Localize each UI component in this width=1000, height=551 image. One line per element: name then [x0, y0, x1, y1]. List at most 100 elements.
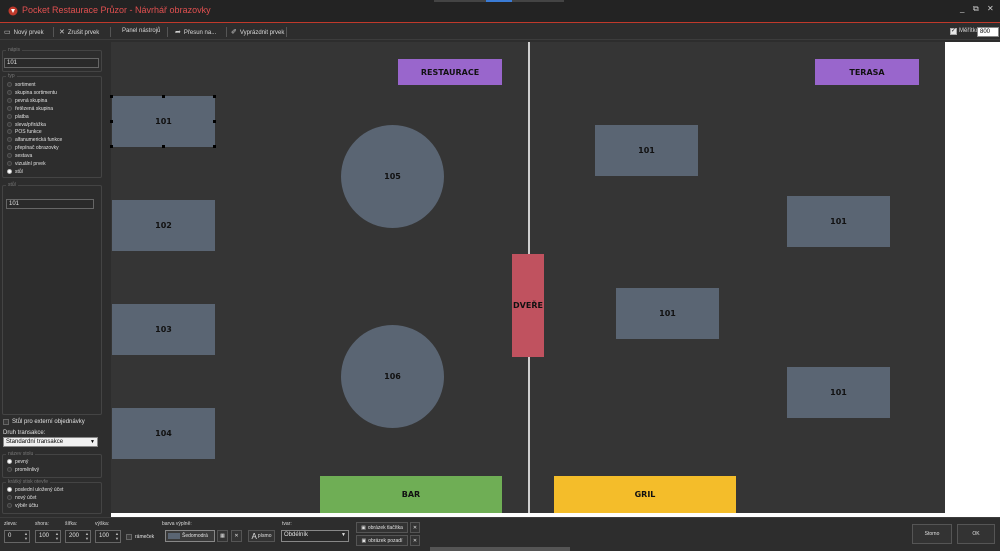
radio-option[interactable]: pevná skupina [7, 97, 47, 105]
radio-option[interactable]: sortiment [7, 82, 36, 89]
table-number-input[interactable]: 101 [6, 199, 94, 209]
radio-button-icon[interactable] [7, 145, 12, 151]
resize-handle[interactable] [213, 120, 216, 123]
shape-select[interactable]: Obdélník ▼ [281, 530, 349, 542]
radio-button-icon[interactable] [7, 487, 12, 492]
resize-handle[interactable] [110, 145, 113, 148]
border-checkbox[interactable] [126, 534, 132, 540]
caption-input[interactable]: 101 [4, 58, 99, 68]
resize-handle[interactable] [213, 95, 216, 98]
radio-label: přepínač obrazovky [15, 145, 59, 152]
top-spinner[interactable]: 100 ▲ ▼ [35, 530, 61, 543]
clear-button-image[interactable]: ✕ [410, 522, 420, 533]
radio-button-icon[interactable] [7, 82, 12, 87]
width-spinner[interactable]: 200 ▲ ▼ [65, 530, 91, 543]
table-101-selected[interactable]: 101 [112, 96, 215, 147]
radio-label: alfanumerická funkce [15, 137, 63, 144]
table-106[interactable]: 106 [341, 325, 444, 428]
header-restaurace[interactable]: RESTAURACE [398, 59, 502, 85]
bar-area[interactable]: BAR [320, 476, 502, 513]
radio-option[interactable]: platba [7, 113, 29, 121]
button-image-button[interactable]: ▣ obrázek tlačítka [356, 522, 408, 533]
radio-option[interactable]: POS funkce [7, 129, 42, 136]
radio-button-icon[interactable] [7, 97, 12, 103]
resize-handle[interactable] [110, 120, 113, 123]
tools-panel-button[interactable]: Panel nástrojů [122, 28, 160, 34]
radio-button-icon[interactable] [7, 467, 12, 472]
eraser-icon: ✐ [231, 29, 237, 36]
resize-handle[interactable] [213, 145, 216, 148]
radio-button-icon[interactable] [7, 89, 12, 95]
radio-option[interactable]: poslední uložený účet [7, 487, 63, 494]
background-image-button[interactable]: ▣ obrázek pozadí [356, 535, 408, 546]
restore-button[interactable]: ⧉ [973, 4, 979, 14]
radio-label: řetězená skupina [15, 105, 54, 112]
transaction-select[interactable]: Standardní transakce ▼ [3, 437, 98, 447]
fill-color-select[interactable]: Šedomodrá [165, 530, 215, 542]
radio-option[interactable]: nový účet [7, 495, 36, 502]
radio-option[interactable]: skupina sortimentu [7, 89, 57, 97]
resize-handle[interactable] [162, 95, 165, 98]
door[interactable]: DVEŘE [512, 254, 544, 357]
radio-option[interactable]: sestava [7, 153, 32, 160]
empty-item-button[interactable]: ✐ Vyprázdnit prvek [231, 28, 284, 36]
radio-button-icon[interactable] [7, 459, 12, 464]
resize-handle[interactable] [162, 145, 165, 148]
terrace-table-1[interactable]: 101 [595, 125, 698, 176]
table-103[interactable]: 103 [112, 304, 215, 355]
table-102[interactable]: 102 [112, 200, 215, 251]
scale-checkbox[interactable]: ✓ [950, 28, 957, 35]
left-spinner[interactable]: 0 ▲ ▼ [4, 530, 30, 543]
arrow-right-icon: ➦ [175, 29, 181, 36]
new-item-button[interactable]: ▭ Nový prvek [4, 28, 44, 36]
font-button[interactable]: Apísmo [248, 530, 275, 542]
scale-input[interactable]: 800 [977, 27, 999, 37]
radio-option[interactable]: výběr účtu [7, 503, 38, 510]
radio-button-icon[interactable] [7, 503, 12, 508]
radio-button-icon[interactable] [7, 113, 12, 119]
short-click-group: krátký stisk otevře poslední uložený úče… [2, 479, 102, 514]
external-orders-checkbox[interactable] [3, 419, 9, 425]
header-terasa[interactable]: TERASA [815, 59, 919, 85]
table-105[interactable]: 105 [341, 125, 444, 228]
radio-option[interactable]: stůl [7, 168, 23, 176]
terrace-table-3[interactable]: 101 [616, 288, 719, 339]
close-button[interactable]: ✕ [987, 4, 994, 13]
radio-option[interactable]: sleva/přirážka [7, 121, 46, 129]
radio-button-icon[interactable] [7, 495, 12, 500]
radio-button-icon[interactable] [7, 153, 12, 159]
radio-label: sortiment [15, 82, 36, 88]
radio-option[interactable]: vizuální prvek [7, 161, 46, 168]
minimize-button[interactable]: _ [960, 4, 964, 13]
ok-button[interactable]: OK [957, 524, 995, 544]
radio-option[interactable]: proměnlivý [7, 467, 39, 474]
radio-option[interactable]: přepínač obrazovky [7, 145, 59, 152]
radio-button-icon[interactable] [7, 137, 12, 143]
table-104[interactable]: 104 [112, 408, 215, 459]
radio-option[interactable]: alfanumerická funkce [7, 137, 62, 144]
cancel-button[interactable]: Storno [912, 524, 952, 544]
height-spinner[interactable]: 100 ▲ ▼ [95, 530, 121, 543]
scale-label: Měřítko [959, 28, 980, 34]
terrace-table-4[interactable]: 101 [787, 367, 890, 418]
resize-handle[interactable] [110, 95, 113, 98]
properties-panel: nápis 101 typ sortiment skupina sortiment… [0, 41, 110, 517]
color-grid-button[interactable]: ▦ [217, 530, 228, 542]
radio-button-icon[interactable] [7, 168, 12, 174]
toolbar: ▭ Nový prvek ✕ Zrušit prvek Panel nástrojů… [0, 24, 1000, 40]
radio-button-icon[interactable] [7, 161, 12, 166]
move-to-button[interactable]: ➦ Přesun na... [175, 28, 216, 36]
radio-option[interactable]: pevný [7, 459, 28, 466]
bottom-properties-bar: zleva: 0 ▲ ▼ shora: 100 ▲ ▼ šířka: 200 ▲ ▼ výš… [0, 517, 1000, 551]
radio-button-icon[interactable] [7, 105, 12, 111]
clear-background-image[interactable]: ✕ [410, 535, 420, 546]
radio-button-icon[interactable] [7, 129, 12, 135]
terrace-table-2[interactable]: 101 [787, 196, 890, 247]
clear-color-button[interactable]: ✕ [231, 530, 242, 542]
radio-button-icon[interactable] [7, 121, 12, 127]
grill-area[interactable]: GRIL [554, 476, 736, 513]
radio-label: stůl [15, 168, 23, 175]
radio-label: sleva/přirážka [15, 121, 46, 128]
delete-item-button[interactable]: ✕ Zrušit prvek [59, 28, 99, 36]
radio-option[interactable]: řetězená skupina [7, 105, 54, 113]
